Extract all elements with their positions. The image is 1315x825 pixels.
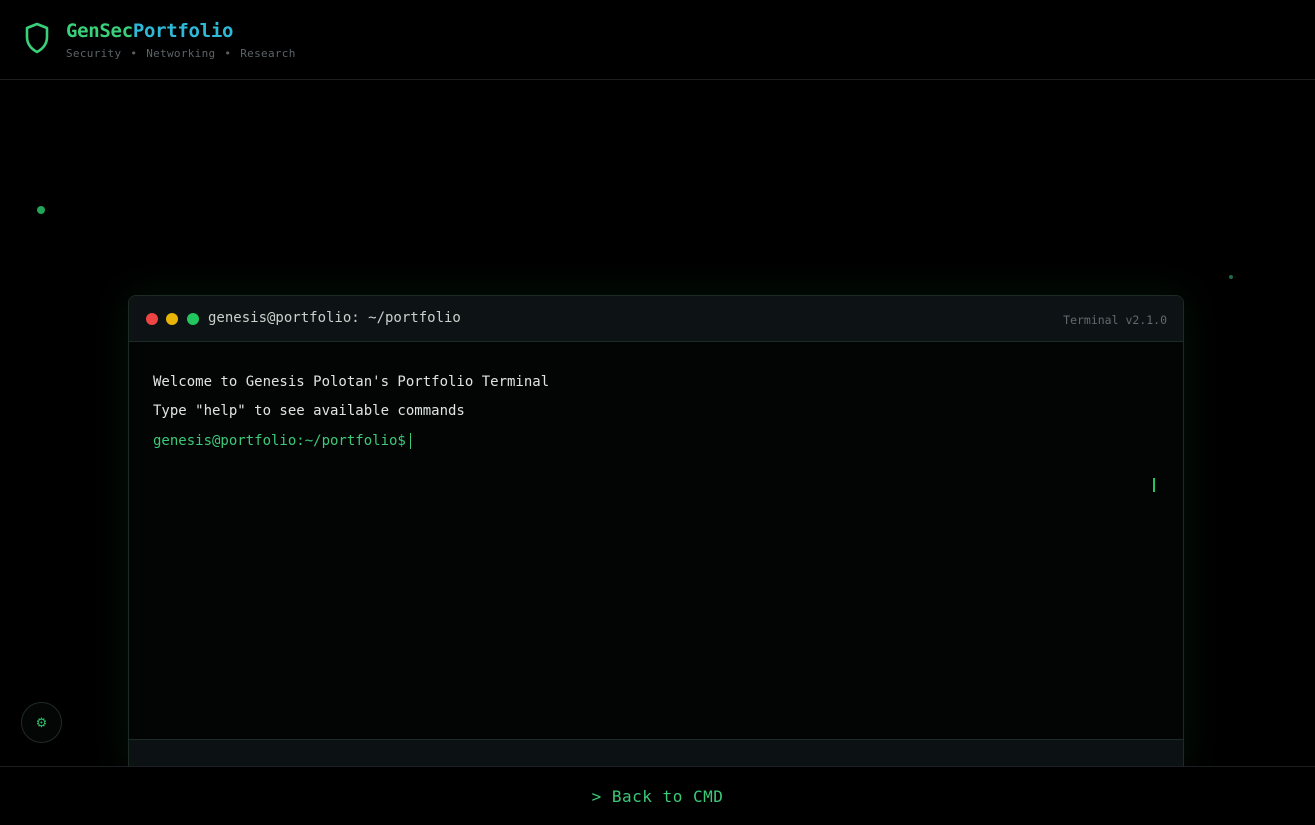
brand-subtitle: Security • Networking • Research [66, 47, 296, 60]
subtitle-networking: Networking [146, 47, 216, 60]
shield-icon[interactable] [24, 22, 50, 54]
background-particle [1229, 275, 1233, 279]
subtitle-research: Research [240, 47, 296, 60]
terminal-body[interactable]: Welcome to Genesis Polotan's Portfolio T… [129, 342, 1183, 739]
top-header: GenSecPortfolio Security • Networking • … [0, 0, 1315, 80]
text-cursor [409, 432, 411, 449]
subtitle-security: Security [66, 47, 122, 60]
bottom-bar: > Back to CMD [0, 766, 1315, 825]
maximize-dot-icon[interactable] [187, 313, 199, 325]
minimize-dot-icon[interactable] [166, 313, 178, 325]
terminal-prompt-line[interactable]: genesis@portfolio:~/portfolio$ [153, 426, 1159, 455]
terminal-title: genesis@portfolio: ~/portfolio [208, 310, 461, 326]
scroll-indicator [1153, 478, 1155, 492]
brand-title-part1: GenSec [66, 20, 133, 42]
close-dot-icon[interactable] [146, 313, 158, 325]
terminal-output-line: Welcome to Genesis Polotan's Portfolio T… [153, 374, 550, 390]
settings-button[interactable]: ⚙ [21, 702, 62, 743]
terminal-footer [129, 739, 1183, 769]
brand-title-part2: Portfolio [132, 20, 234, 42]
brand-title: GenSecPortfolio [66, 20, 296, 42]
terminal-window: genesis@portfolio: ~/portfolio Terminal … [128, 295, 1184, 770]
background-particle [37, 206, 45, 214]
back-to-cmd-button[interactable]: > Back to CMD [592, 787, 724, 806]
terminal-output-line: Type "help" to see available commands [153, 403, 465, 419]
terminal-version: Terminal v2.1.0 [1063, 313, 1167, 327]
brand[interactable]: GenSecPortfolio Security • Networking • … [66, 20, 296, 60]
separator-dot: • [130, 47, 138, 60]
terminal-prompt: genesis@portfolio:~/portfolio$ [153, 432, 406, 449]
page: GenSecPortfolio Security • Networking • … [0, 0, 1315, 825]
separator-dot: • [224, 47, 232, 60]
terminal-titlebar: genesis@portfolio: ~/portfolio Terminal … [129, 296, 1183, 342]
gear-icon: ⚙ [35, 714, 48, 730]
